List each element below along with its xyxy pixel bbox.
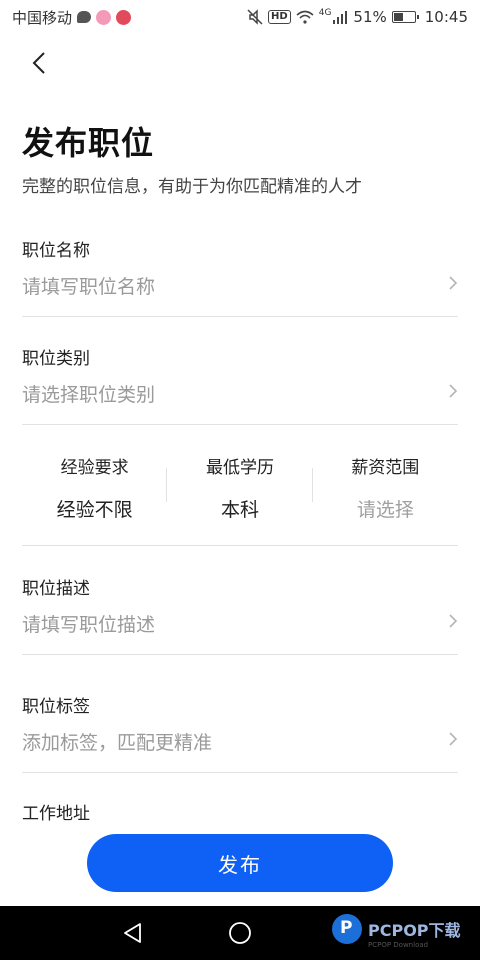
watermark: PCPOP下载 <box>332 914 461 944</box>
status-left: 中国移动 <box>12 7 132 28</box>
status-right: HD 4G 51% 10:45 <box>247 8 468 26</box>
battery-fill <box>393 13 404 21</box>
chevron-right-icon <box>449 384 458 398</box>
message-icon <box>77 11 92 23</box>
nav-home-button[interactable] <box>225 918 255 948</box>
watermark-subtext: PCPOP Download <box>368 941 429 949</box>
job-name-field[interactable]: 职位名称 请填写职位名称 <box>22 228 458 317</box>
pcpop-logo-icon <box>332 914 362 944</box>
work-address-label[interactable]: 工作地址 <box>22 799 90 824</box>
education-selector[interactable]: 最低学历 本科 <box>167 426 313 545</box>
chevron-right-icon <box>449 276 458 290</box>
job-category-field[interactable]: 职位类别 请选择职位类别 <box>22 336 458 425</box>
app-notification-icon <box>96 9 112 25</box>
publish-button[interactable]: 发布 <box>87 834 393 892</box>
job-description-label: 职位描述 <box>22 579 90 599</box>
back-button[interactable] <box>22 46 56 80</box>
mute-icon <box>247 9 263 25</box>
salary-selector[interactable]: 薪资范围 请选择 <box>313 426 458 545</box>
chevron-right-icon <box>449 732 458 746</box>
salary-value: 请选择 <box>356 499 414 521</box>
job-tags-placeholder: 添加标签，匹配更精准 <box>22 732 213 754</box>
network-type: 4G <box>318 8 332 18</box>
clock: 10:45 <box>424 8 468 26</box>
job-category-placeholder: 请选择职位类别 <box>22 384 156 406</box>
chevron-right-icon <box>449 614 458 628</box>
job-tags-label: 职位标签 <box>22 697 90 717</box>
education-label: 最低学历 <box>205 458 274 478</box>
battery-percent: 51% <box>353 8 387 26</box>
heart-notification-icon <box>116 9 132 25</box>
experience-value: 经验不限 <box>56 499 133 521</box>
experience-label: 经验要求 <box>60 458 129 478</box>
job-name-label: 职位名称 <box>22 241 90 261</box>
job-name-placeholder: 请填写职位名称 <box>22 276 156 298</box>
status-bar: 中国移动 HD 4G 51% 10:45 <box>0 0 480 34</box>
job-description-field[interactable]: 职位描述 请填写职位描述 <box>22 566 458 655</box>
education-value: 本科 <box>220 499 259 521</box>
signal-icon <box>333 11 348 24</box>
chevron-left-icon <box>32 52 45 74</box>
battery-icon <box>391 11 419 23</box>
wifi-icon <box>296 10 314 24</box>
job-category-label: 职位类别 <box>22 349 90 369</box>
carrier-name: 中国移动 <box>12 8 73 27</box>
requirements-row: 经验要求 经验不限 最低学历 本科 薪资范围 请选择 <box>22 426 458 546</box>
nav-back-button[interactable] <box>118 918 148 948</box>
page-title: 发布职位 <box>22 124 155 162</box>
job-tags-field[interactable]: 职位标签 添加标签，匹配更精准 <box>22 684 458 773</box>
triangle-back-icon <box>124 923 141 943</box>
salary-label: 薪资范围 <box>351 458 420 478</box>
job-description-placeholder: 请填写职位描述 <box>22 614 156 636</box>
experience-selector[interactable]: 经验要求 经验不限 <box>22 426 168 545</box>
circle-home-icon <box>229 922 251 944</box>
hd-icon: HD <box>268 10 291 24</box>
watermark-text: PCPOP下载 <box>368 921 461 940</box>
page-subtitle: 完整的职位信息，有助于为你匹配精准的人才 <box>22 177 362 197</box>
